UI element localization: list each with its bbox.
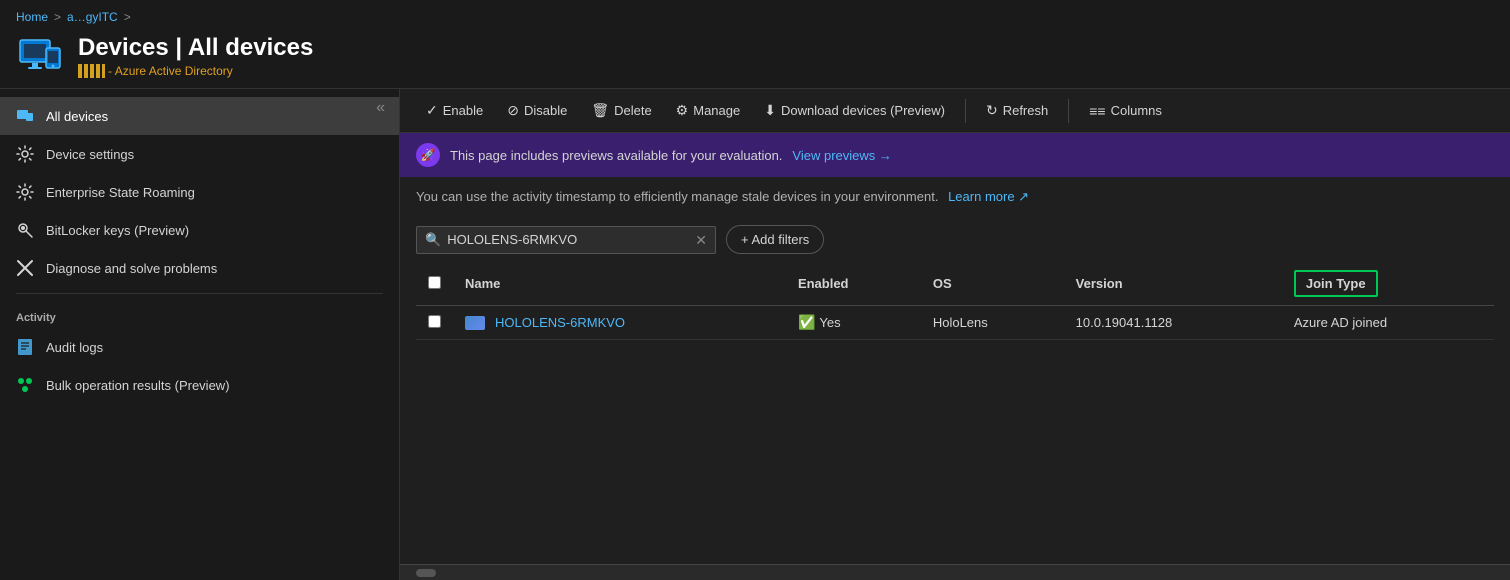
table-header-row: Name Enabled OS Version Join Type xyxy=(416,262,1494,306)
delete-button[interactable]: 🗑 Delete xyxy=(581,97,661,124)
green-check-icon: ✅ xyxy=(798,314,815,331)
sidebar-item-all-devices-label: All devices xyxy=(46,109,108,124)
devices-table: Name Enabled OS Version Join Type xyxy=(416,262,1494,340)
devices-header-icon xyxy=(16,32,64,80)
tenant-name: aaaa xyxy=(78,64,105,78)
enterprise-state-icon xyxy=(16,183,34,201)
content-area: ✓ Enable ⊘ Disable 🗑 Delete ⚙ Manage ⬇ D… xyxy=(400,89,1510,580)
col-header-os: OS xyxy=(921,262,1064,306)
device-settings-icon xyxy=(16,145,34,163)
header: Home > a…gyITC > Devices | All devices a… xyxy=(0,0,1510,89)
main-layout: « All devices Device settings xyxy=(0,89,1510,580)
page-title: Devices | All devices xyxy=(78,34,313,63)
sidebar-item-device-settings[interactable]: Device settings xyxy=(0,135,399,173)
disable-button[interactable]: ⊘ Disable xyxy=(497,97,577,124)
enabled-badge: ✅ Yes xyxy=(798,314,909,331)
sidebar-item-audit-logs-label: Audit logs xyxy=(46,340,103,355)
manage-button[interactable]: ⚙ Manage xyxy=(666,97,751,124)
breadcrumb: Home > a…gyITC > xyxy=(16,10,1494,24)
sidebar-item-bulk-operation[interactable]: Bulk operation results (Preview) xyxy=(0,366,399,404)
sidebar: « All devices Device settings xyxy=(0,89,400,580)
sidebar-item-enterprise-state-label: Enterprise State Roaming xyxy=(46,185,195,200)
refresh-button[interactable]: ↻ Refresh xyxy=(976,97,1058,124)
columns-icon: ≡≡ xyxy=(1089,103,1105,119)
sidebar-item-bulk-operation-label: Bulk operation results (Preview) xyxy=(46,378,230,393)
device-row-icon xyxy=(465,316,485,330)
scroll-thumb[interactable] xyxy=(416,569,436,577)
audit-logs-icon xyxy=(16,338,34,356)
diagnose-icon xyxy=(16,259,34,277)
sidebar-item-bitlocker-label: BitLocker keys (Preview) xyxy=(46,223,189,238)
table-row: HOLOLENS-6RMKVO ✅ Yes HoloLens xyxy=(416,306,1494,340)
download-icon: ⬇ xyxy=(764,102,776,119)
toolbar-divider xyxy=(965,99,966,123)
device-name-link[interactable]: HOLOLENS-6RMKVO xyxy=(465,315,774,330)
sidebar-item-audit-logs[interactable]: Audit logs xyxy=(0,328,399,366)
disable-icon: ⊘ xyxy=(507,102,519,119)
sidebar-divider xyxy=(16,293,383,294)
row-version-cell: 10.0.19041.1128 xyxy=(1064,306,1282,340)
sidebar-item-device-settings-label: Device settings xyxy=(46,147,134,162)
learn-more-link[interactable]: Learn more ↗ xyxy=(948,189,1029,204)
info-text-area: You can use the activity timestamp to ef… xyxy=(400,177,1510,217)
sidebar-activity-header: Activity xyxy=(0,300,399,328)
col-header-version: Version xyxy=(1064,262,1282,306)
row-checkbox[interactable] xyxy=(428,315,441,328)
download-button[interactable]: ⬇ Download devices (Preview) xyxy=(754,97,955,124)
select-all-cell xyxy=(416,262,453,306)
row-checkbox-cell xyxy=(416,306,453,340)
info-text-content: You can use the activity timestamp to ef… xyxy=(416,189,938,204)
row-join-type-cell: Azure AD joined xyxy=(1282,306,1494,340)
bulk-operation-icon xyxy=(16,376,34,394)
search-box: 🔍 ✕ xyxy=(416,226,716,254)
bitlocker-icon xyxy=(16,221,34,239)
col-header-name: Name xyxy=(453,262,786,306)
devices-table-container: Name Enabled OS Version Join Type xyxy=(400,262,1510,564)
breadcrumb-sep2: > xyxy=(124,10,131,24)
sidebar-item-enterprise-state-roaming[interactable]: Enterprise State Roaming xyxy=(0,173,399,211)
banner-link[interactable]: View previews → xyxy=(792,148,891,163)
search-clear-button[interactable]: ✕ xyxy=(695,233,707,247)
sidebar-item-diagnose-label: Diagnose and solve problems xyxy=(46,261,217,276)
select-all-checkbox[interactable] xyxy=(428,276,441,289)
enable-icon: ✓ xyxy=(426,102,438,119)
search-icon: 🔍 xyxy=(425,232,441,248)
horizontal-scrollbar[interactable] xyxy=(400,564,1510,580)
search-input[interactable] xyxy=(447,232,689,247)
toolbar: ✓ Enable ⊘ Disable 🗑 Delete ⚙ Manage ⬇ D… xyxy=(400,89,1510,133)
add-filters-button[interactable]: + Add filters xyxy=(726,225,824,254)
breadcrumb-home[interactable]: Home xyxy=(16,10,48,24)
banner-icon: 🚀 xyxy=(416,143,440,167)
row-os-cell: HoloLens xyxy=(921,306,1064,340)
delete-icon: 🗑 xyxy=(591,102,609,119)
header-title-row: Devices | All devices aaaa - Azure Activ… xyxy=(16,32,1494,80)
header-subtitle-text: - Azure Active Directory xyxy=(108,64,233,78)
col-header-enabled: Enabled xyxy=(786,262,921,306)
banner-text: This page includes previews available fo… xyxy=(450,148,782,163)
header-text: Devices | All devices aaaa - Azure Activ… xyxy=(78,34,313,79)
search-row: 🔍 ✕ + Add filters xyxy=(400,217,1510,262)
breadcrumb-sep1: > xyxy=(54,10,61,24)
sidebar-item-diagnose[interactable]: Diagnose and solve problems xyxy=(0,249,399,287)
sidebar-item-bitlocker[interactable]: BitLocker keys (Preview) xyxy=(0,211,399,249)
refresh-icon: ↻ xyxy=(986,102,998,119)
col-header-join-type: Join Type xyxy=(1282,262,1494,306)
enable-button[interactable]: ✓ Enable xyxy=(416,97,493,124)
preview-banner: 🚀 This page includes previews available … xyxy=(400,133,1510,177)
collapse-button[interactable]: « xyxy=(370,97,391,119)
all-devices-icon xyxy=(16,107,34,125)
breadcrumb-tenant[interactable]: a…gyITC xyxy=(67,10,118,24)
header-subtitle: aaaa - Azure Active Directory xyxy=(78,64,313,78)
columns-button[interactable]: ≡≡ Columns xyxy=(1079,98,1172,124)
row-name-cell: HOLOLENS-6RMKVO xyxy=(453,306,786,340)
row-enabled-cell: ✅ Yes xyxy=(786,306,921,340)
toolbar-divider-2 xyxy=(1068,99,1069,123)
manage-icon: ⚙ xyxy=(676,102,689,119)
sidebar-item-all-devices[interactable]: All devices xyxy=(0,97,399,135)
